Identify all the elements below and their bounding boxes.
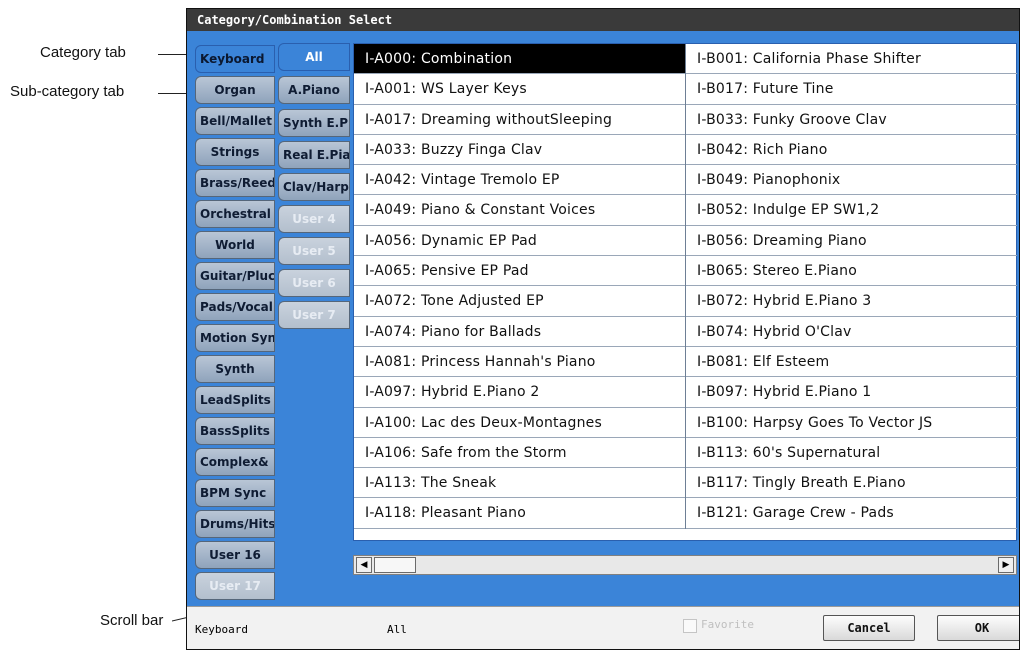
list-item[interactable]: I-A113: The Sneak xyxy=(354,468,685,499)
list-item[interactable]: I-A017: Dreaming withoutSleeping xyxy=(354,105,685,135)
list-item[interactable]: I-A074: Piano for Ballads xyxy=(354,317,685,347)
list-item[interactable]: I-B052: Indulge EP SW1,2 xyxy=(686,195,1017,226)
favorite-checkbox[interactable] xyxy=(683,619,697,633)
list-item[interactable]: I-B049: Pianophonix xyxy=(686,165,1017,196)
category-tab-keyboard[interactable]: Keyboard xyxy=(195,45,275,73)
category-tab-complex[interactable]: Complex& xyxy=(195,448,275,476)
category-tab-pads-vocal[interactable]: Pads/Vocal xyxy=(195,293,275,321)
category-tab-bpm-sync[interactable]: BPM Sync xyxy=(195,479,275,507)
category-tab-organ[interactable]: Organ xyxy=(195,76,275,104)
subcategory-tab-clav-harpsi[interactable]: Clav/Harpsi xyxy=(278,173,350,201)
combination-list: I-A000: Combination I-A001: WS Layer Key… xyxy=(353,43,1017,541)
list-item[interactable]: I-A118: Pleasant Piano xyxy=(354,498,685,529)
list-item[interactable]: I-A033: Buzzy Finga Clav xyxy=(354,135,685,166)
list-item[interactable]: I-B121: Garage Crew - Pads xyxy=(686,498,1017,529)
list-item[interactable]: I-A097: Hybrid E.Piano 2 xyxy=(354,377,685,408)
list-item[interactable]: I-B017: Future Tine xyxy=(686,74,1017,105)
subcategory-tab-all[interactable]: All xyxy=(278,43,350,71)
category-tab-basssplits[interactable]: BassSplits xyxy=(195,417,275,445)
scroll-right-arrow-icon[interactable]: ▶ xyxy=(998,557,1014,573)
window-title: Category/Combination Select xyxy=(187,9,1019,31)
category-tab-guitar-plucked[interactable]: Guitar/Plucked xyxy=(195,262,275,290)
list-item[interactable]: I-A100: Lac des Deux-Montagnes xyxy=(354,408,685,438)
subcategory-tab-real-e-piano[interactable]: Real E.Piano xyxy=(278,141,350,169)
combination-list-left-column: I-A000: Combination I-A001: WS Layer Key… xyxy=(354,44,685,529)
list-item[interactable]: I-B074: Hybrid O'Clav xyxy=(686,317,1017,347)
category-tab-drums-hits[interactable]: Drums/Hits xyxy=(195,510,275,538)
list-item[interactable]: I-B033: Funky Groove Clav xyxy=(686,105,1017,135)
favorite-label: Favorite xyxy=(701,618,754,631)
subcategory-tab-a-piano[interactable]: A.Piano xyxy=(278,76,350,104)
list-item[interactable]: I-A056: Dynamic EP Pad xyxy=(354,226,685,257)
category-tab-user-16[interactable]: User 16 xyxy=(195,541,275,569)
subcategory-tab-user-6: User 6 xyxy=(278,269,350,297)
category-combination-select-window: Category/Combination Select Keyboard Org… xyxy=(186,8,1020,650)
category-tab-strings[interactable]: Strings xyxy=(195,138,275,166)
selected-category-readout: Keyboard xyxy=(195,623,248,636)
subcategory-tab-user-5: User 5 xyxy=(278,237,350,265)
list-item[interactable]: I-B100: Harpsy Goes To Vector JS xyxy=(686,408,1017,438)
callout-subcategory-tab: Sub-category tab xyxy=(10,83,125,100)
category-tab-bell-mallet[interactable]: Bell/Mallet xyxy=(195,107,275,135)
list-item[interactable]: I-A106: Safe from the Storm xyxy=(354,438,685,469)
bottom-status-bar: Keyboard All Favorite Cancel OK xyxy=(187,606,1019,649)
list-item-selected[interactable]: I-A000: Combination xyxy=(354,44,685,75)
list-item[interactable]: I-A001: WS Layer Keys xyxy=(354,74,685,105)
scroll-left-arrow-icon[interactable]: ◀ xyxy=(356,557,372,573)
category-tab-leadsplits[interactable]: LeadSplits xyxy=(195,386,275,414)
category-tab-world[interactable]: World xyxy=(195,231,275,259)
list-item[interactable]: I-A081: Princess Hannah's Piano xyxy=(354,347,685,378)
subcategory-tab-synth-e-piano[interactable]: Synth E.Piano xyxy=(278,109,350,137)
list-item[interactable]: I-B056: Dreaming Piano xyxy=(686,226,1017,257)
category-tab-synth[interactable]: Synth xyxy=(195,355,275,383)
list-item[interactable]: I-B113: 60's Supernatural xyxy=(686,438,1017,469)
list-item[interactable]: I-B097: Hybrid E.Piano 1 xyxy=(686,377,1017,408)
horizontal-scrollbar[interactable]: ◀ ▶ xyxy=(353,555,1017,575)
category-tab-orchestral[interactable]: Orchestral xyxy=(195,200,275,228)
list-item[interactable]: I-B001: California Phase Shifter xyxy=(686,44,1017,75)
list-item[interactable]: I-B081: Elf Esteem xyxy=(686,347,1017,378)
list-item[interactable]: I-B072: Hybrid E.Piano 3 xyxy=(686,286,1017,317)
callout-scroll-bar: Scroll bar xyxy=(100,612,164,629)
list-item[interactable]: I-A065: Pensive EP Pad xyxy=(354,256,685,287)
list-item[interactable]: I-A072: Tone Adjusted EP xyxy=(354,286,685,317)
scrollbar-thumb[interactable] xyxy=(374,557,416,573)
category-tab-brass-reed[interactable]: Brass/Reed xyxy=(195,169,275,197)
callout-category-tab: Category tab xyxy=(40,44,126,61)
subcategory-tab-user-7: User 7 xyxy=(278,301,350,329)
category-tab-motion-synth[interactable]: Motion Synth xyxy=(195,324,275,352)
combination-list-right-column: I-B001: California Phase Shifter I-B017:… xyxy=(685,44,1017,529)
ok-button[interactable]: OK xyxy=(937,615,1019,641)
list-item[interactable]: I-A042: Vintage Tremolo EP xyxy=(354,165,685,196)
list-item[interactable]: I-A049: Piano & Constant Voices xyxy=(354,195,685,226)
subcategory-tab-user-4: User 4 xyxy=(278,205,350,233)
list-item[interactable]: I-B065: Stereo E.Piano xyxy=(686,256,1017,287)
list-item[interactable]: I-B042: Rich Piano xyxy=(686,135,1017,166)
cancel-button[interactable]: Cancel xyxy=(823,615,915,641)
selected-subcategory-readout: All xyxy=(387,623,407,636)
list-item[interactable]: I-B117: Tingly Breath E.Piano xyxy=(686,468,1017,499)
category-tab-user-17: User 17 xyxy=(195,572,275,600)
